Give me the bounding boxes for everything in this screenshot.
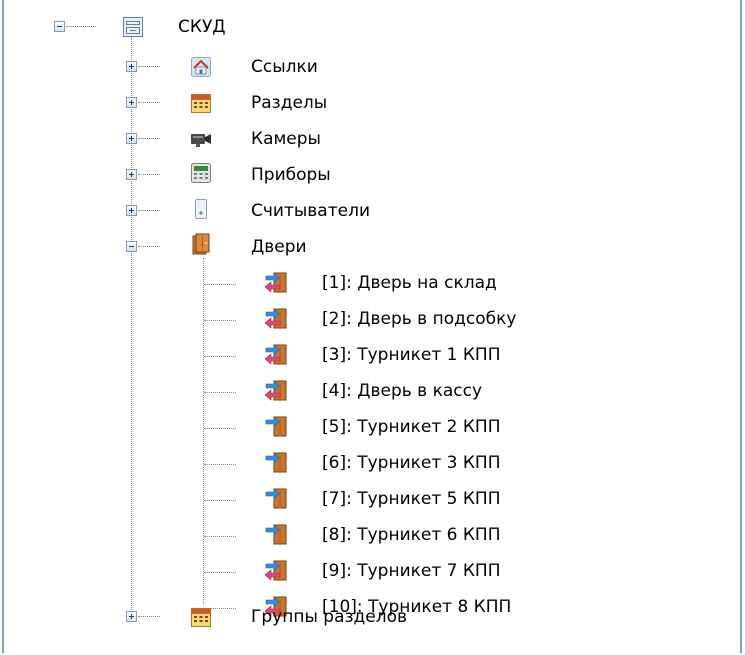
tree-node-doors[interactable]: Двери (4, 230, 404, 266)
expand-toggle[interactable] (126, 611, 137, 622)
expand-toggle[interactable] (126, 169, 137, 180)
panel-icon (123, 17, 143, 37)
tree-node-label: [3]: Турникет 1 КПП (322, 345, 501, 365)
tree-node-label: [9]: Турникет 7 КПП (322, 561, 501, 581)
tree-node-label: [7]: Турникет 5 КПП (322, 489, 501, 509)
tree-line (138, 616, 160, 617)
calendar-icon (191, 608, 211, 627)
door-in-out-icon (264, 344, 287, 365)
expand-toggle[interactable] (126, 205, 137, 216)
tree-line (138, 66, 160, 67)
tree-line (204, 356, 236, 357)
tree-node-label: [5]: Турникет 2 КПП (322, 417, 501, 437)
tree-line (138, 138, 160, 139)
door-in-out-icon (264, 380, 287, 401)
tree-line (204, 284, 236, 285)
tree-line (138, 210, 160, 211)
tree-line (138, 102, 160, 103)
tree-view: СКУД Ссылки Разделы Камеры Приборы Считы… (2, 0, 742, 653)
tree-node-label: [4]: Дверь в кассу (322, 381, 483, 401)
tree-node-label: Группы разделов (251, 607, 408, 627)
expand-toggle[interactable] (126, 133, 137, 144)
tree-node-door[interactable]: [2]: Дверь в подсобку (4, 302, 604, 338)
tree-node-door[interactable]: [6]: Турникет 3 КПП (4, 446, 604, 482)
collapse-toggle[interactable] (54, 21, 65, 32)
tree-node-label: Приборы (251, 165, 331, 185)
tree-node-section-groups[interactable]: Группы разделов (4, 600, 408, 636)
camera-icon (191, 134, 211, 147)
tree-node-root[interactable]: СКУД (4, 14, 404, 50)
tree-node-links[interactable]: Ссылки (4, 50, 404, 86)
door-in-icon (265, 488, 287, 509)
tree-node-label: Камеры (251, 129, 321, 149)
tree-node-cameras[interactable]: Камеры (4, 122, 404, 158)
door-in-icon (265, 416, 287, 437)
tree-node-door[interactable]: [8]: Турникет 6 КПП (4, 518, 604, 554)
door-in-out-icon (264, 560, 287, 581)
tree-node-label: Разделы (251, 93, 328, 113)
tree-line (204, 500, 236, 501)
tree-line (204, 536, 236, 537)
tree-node-label: Ссылки (251, 57, 318, 77)
calendar-icon (191, 94, 211, 113)
expand-toggle[interactable] (126, 97, 137, 108)
device-icon (191, 163, 211, 183)
tree-node-door[interactable]: [9]: Турникет 7 КПП (4, 554, 604, 590)
tree-node-door[interactable]: [1]: Дверь на склад (4, 266, 604, 302)
door-folder-icon (192, 233, 210, 255)
tree-node-sections[interactable]: Разделы (4, 86, 404, 122)
tree-node-label: [8]: Турникет 6 КПП (322, 525, 501, 545)
tree-line (204, 572, 236, 573)
tree-node-label: [6]: Турникет 3 КПП (322, 453, 501, 473)
tree-node-label: [1]: Дверь на склад (322, 273, 497, 293)
tree-line (204, 428, 236, 429)
door-in-out-icon (264, 308, 287, 329)
tree-node-door[interactable]: [7]: Турникет 5 КПП (4, 482, 604, 518)
door-in-icon (265, 452, 287, 473)
door-in-icon (265, 524, 287, 545)
tree-node-label: [2]: Дверь в подсобку (322, 309, 517, 329)
tree-node-label: СКУД (178, 17, 226, 37)
expand-toggle[interactable] (126, 61, 137, 72)
reader-icon (195, 199, 207, 219)
tree-node-readers[interactable]: Считыватели (4, 194, 404, 230)
tree-line (138, 246, 160, 247)
tree-line (204, 464, 236, 465)
tree-node-door[interactable]: [3]: Турникет 1 КПП (4, 338, 604, 374)
tree-line (66, 26, 96, 27)
door-in-out-icon (264, 272, 287, 293)
tree-line (204, 320, 236, 321)
tree-node-devices[interactable]: Приборы (4, 158, 404, 194)
tree-line (138, 174, 160, 175)
tree-node-label: Считыватели (251, 201, 370, 221)
tree-node-door[interactable]: [4]: Дверь в кассу (4, 374, 604, 410)
tree-line (204, 392, 236, 393)
collapse-toggle[interactable] (126, 241, 137, 252)
tree-node-label: Двери (251, 237, 307, 257)
house-icon (191, 57, 211, 77)
tree-node-door[interactable]: [5]: Турникет 2 КПП (4, 410, 604, 446)
